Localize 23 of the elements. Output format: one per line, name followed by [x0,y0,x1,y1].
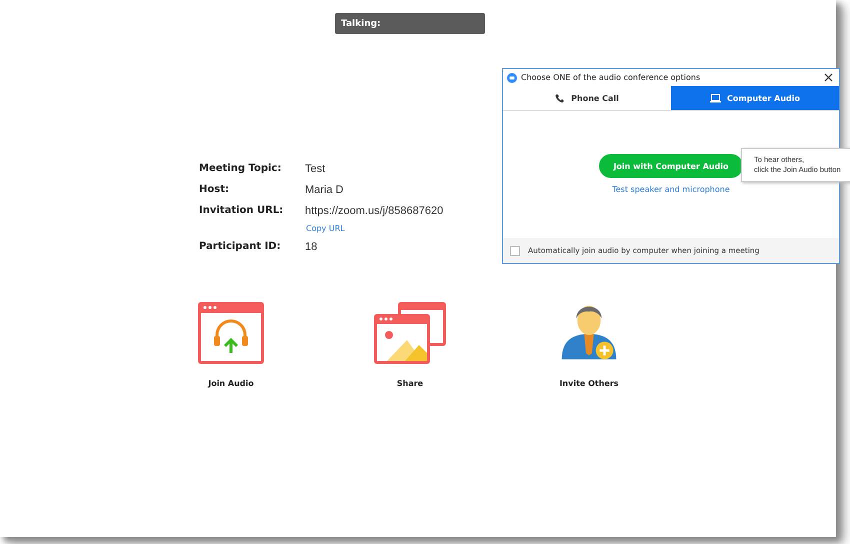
copy-url-link[interactable]: Copy URL [306,224,345,233]
info-label: Host: [199,183,230,197]
info-value: https://zoom.us/j/858687620 [305,204,444,218]
phone-icon [555,93,566,103]
headphones-icon[interactable] [196,299,266,367]
action-label[interactable]: Invite Others [559,379,619,388]
close-icon[interactable] [824,73,833,82]
info-value: Maria D [305,183,344,197]
action-label[interactable]: Join Audio [208,379,254,388]
auto-join-checkbox[interactable] [510,246,520,256]
dialog-title: Choose ONE of the audio conference options [521,73,702,82]
laptop-icon [710,94,722,102]
audio-tab[interactable]: Computer Audio [671,86,839,110]
info-value: Test [305,162,326,176]
talking-label: Talking: [341,18,381,28]
info-value: 18 [305,240,318,254]
info-label: Meeting Topic: [199,162,282,176]
info-label: Participant ID: [199,240,282,254]
share-windows-icon[interactable] [372,299,448,367]
action-label[interactable]: Share [396,379,424,388]
app-logo-icon [507,72,517,82]
test-audio-link[interactable]: Test speaker and microphone [612,185,730,194]
info-label: Invitation URL: [199,204,284,218]
